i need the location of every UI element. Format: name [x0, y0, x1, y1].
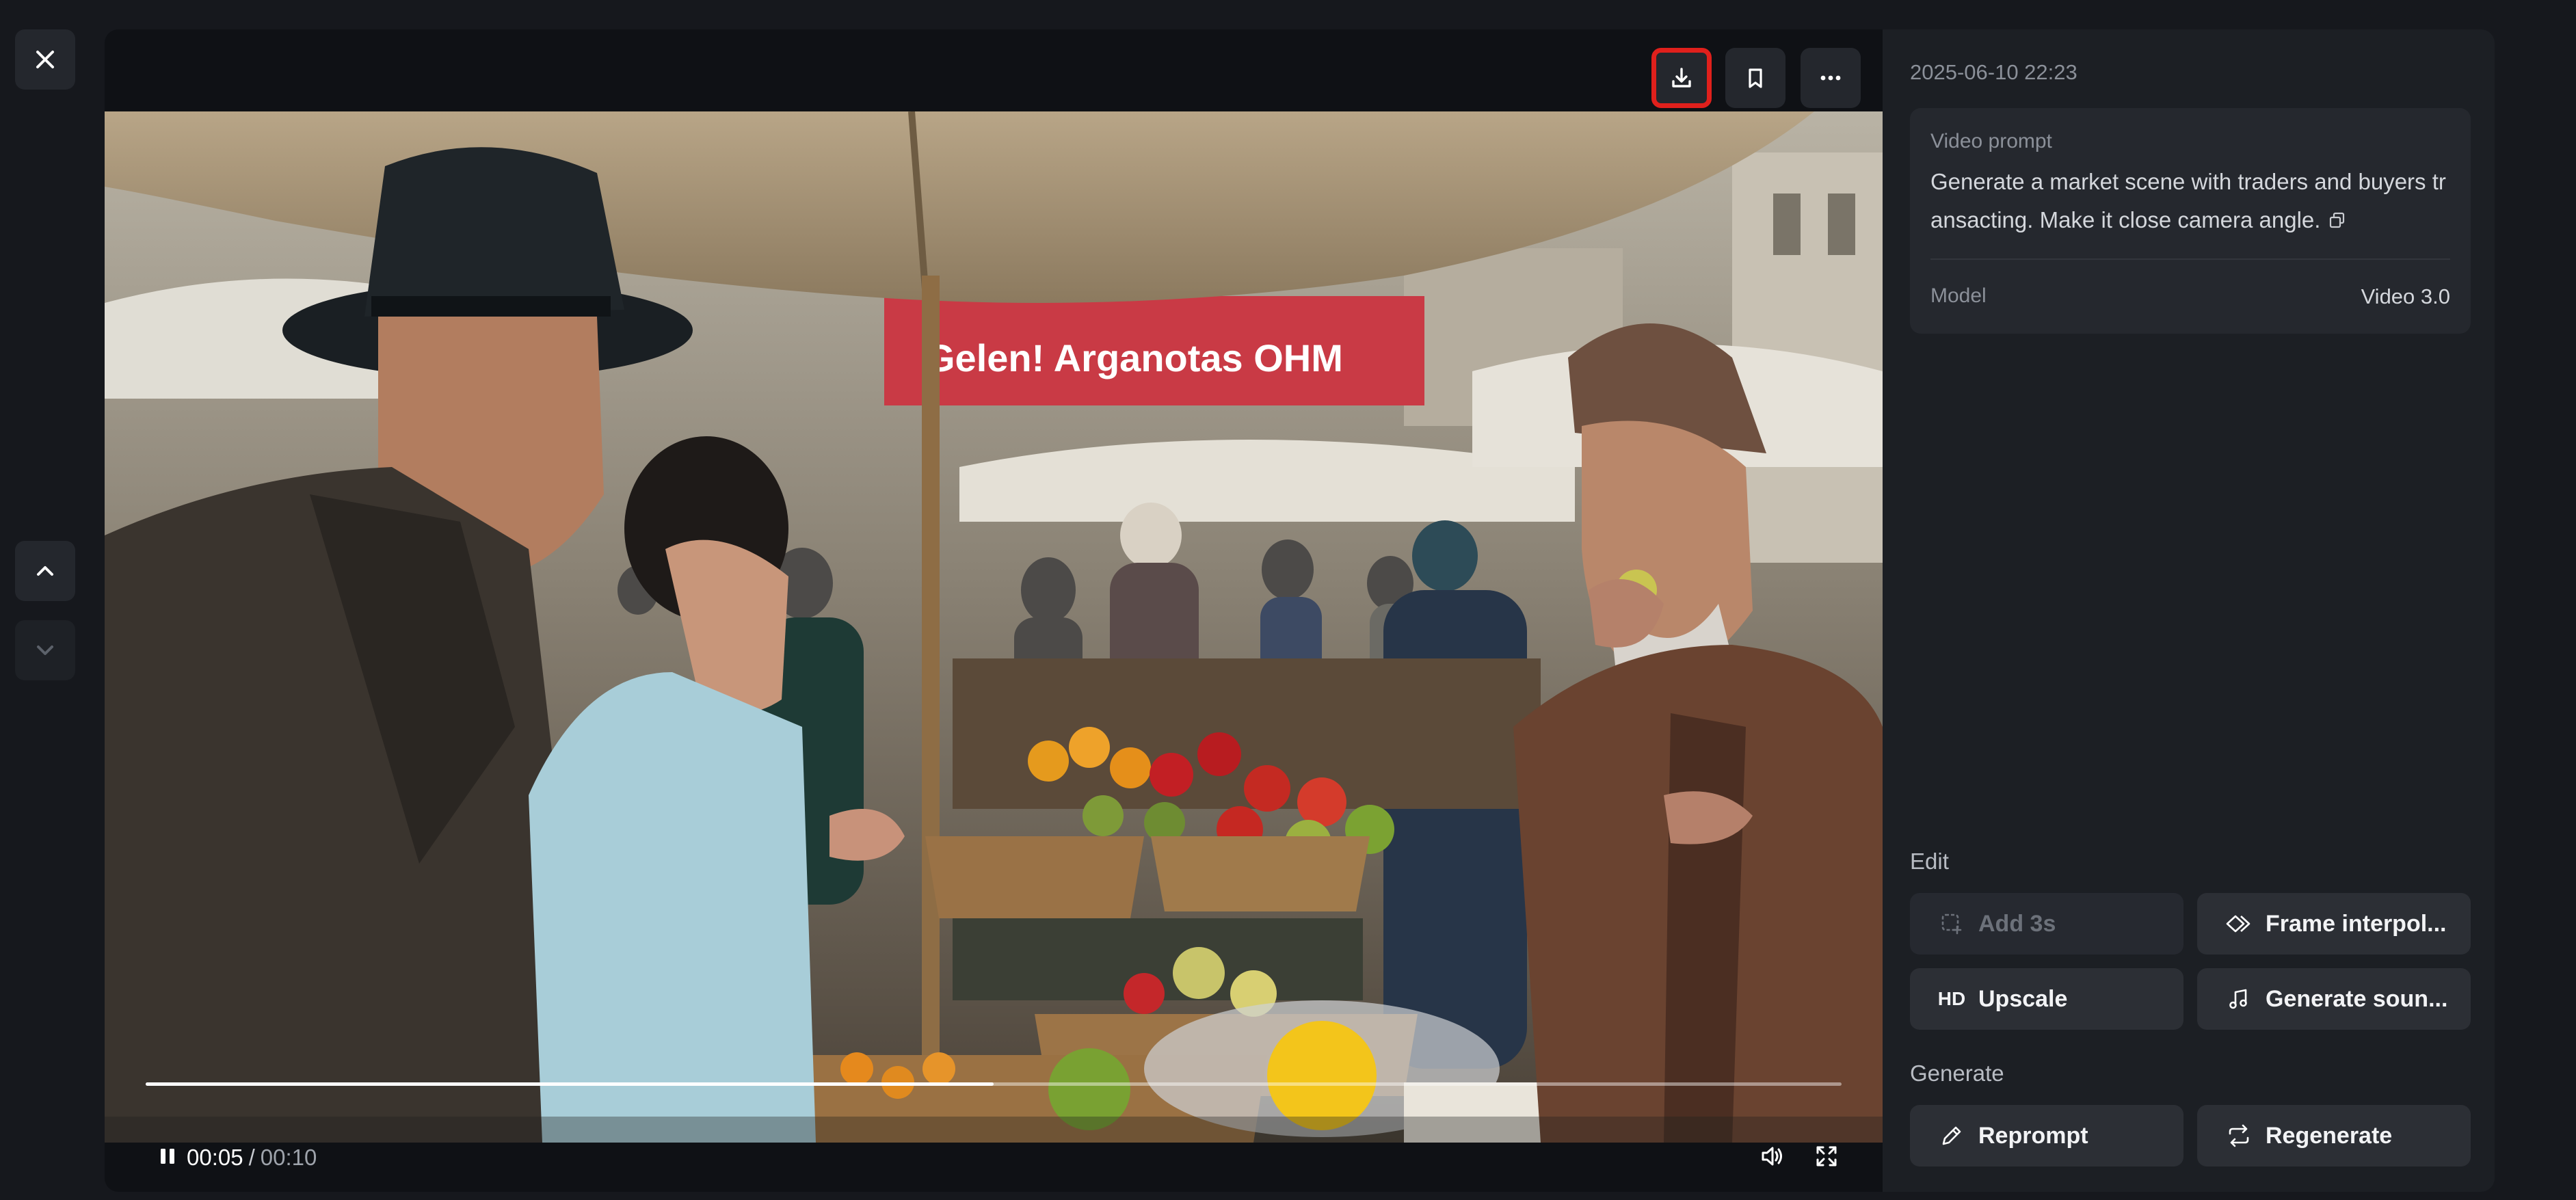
prompt-label: Video prompt: [1930, 130, 2052, 152]
pause-icon: [156, 1145, 179, 1171]
regenerate-label: Regenerate: [2266, 1122, 2393, 1149]
bookmark-button[interactable]: [1725, 48, 1785, 108]
next-item-button[interactable]: [15, 620, 75, 680]
volume-button[interactable]: [1751, 1137, 1792, 1178]
add-3s-button[interactable]: Add 3s: [1910, 893, 2183, 955]
prompt-text-content: Generate a market scene with traders and…: [1930, 169, 2446, 232]
copy-icon[interactable]: [2328, 202, 2346, 241]
model-value: Video 3.0: [2361, 284, 2450, 308]
bookmark-icon: [1743, 66, 1768, 90]
close-button[interactable]: [15, 29, 75, 90]
generate-sound-button[interactable]: Generate soun...: [2197, 968, 2471, 1030]
player-toolbar: [105, 29, 1883, 111]
frame-interpolation-button[interactable]: Frame interpol...: [2197, 893, 2471, 955]
more-horizontal-icon: [1818, 65, 1844, 91]
current-time: 00:05: [187, 1145, 243, 1170]
hd-icon: HD: [1937, 988, 1966, 1009]
time-separator: /: [248, 1145, 255, 1170]
reprompt-label: Reprompt: [1978, 1122, 2088, 1149]
frame-interpolation-icon: [2225, 909, 2253, 938]
video-frame[interactable]: Gelen! Arganotas OHM: [105, 111, 1883, 1143]
more-options-button[interactable]: [1801, 48, 1861, 108]
details-panel: 2025-06-10 22:23 Video prompt Generate a…: [1883, 29, 2495, 1192]
close-icon: [33, 47, 57, 72]
download-icon: [1669, 65, 1695, 91]
prompt-text: Generate a market scene with traders and…: [1930, 163, 2450, 241]
pencil-icon: [1937, 1121, 1966, 1150]
generate-section-title: Generate: [1910, 1061, 2004, 1086]
progress-fill: [146, 1082, 994, 1086]
progress-bar[interactable]: [146, 1082, 1842, 1086]
edit-section-title: Edit: [1910, 849, 1949, 874]
upscale-label: Upscale: [1978, 985, 2068, 1012]
music-note-icon: [2225, 985, 2253, 1013]
chevron-down-icon: [33, 638, 57, 663]
frame-interpolation-label: Frame interpol...: [2266, 910, 2447, 937]
download-button[interactable]: [1651, 48, 1712, 108]
upscale-button[interactable]: HD Upscale: [1910, 968, 2183, 1030]
creation-timestamp: 2025-06-10 22:23: [1910, 60, 2077, 84]
prompt-card: Video prompt Generate a market scene wit…: [1910, 108, 2471, 334]
volume-icon: [1759, 1143, 1785, 1173]
player-controls: 00:05/00:10: [105, 1123, 1883, 1192]
prompt-divider: [1930, 258, 2450, 260]
reprompt-button[interactable]: Reprompt: [1910, 1105, 2183, 1166]
regenerate-button[interactable]: Regenerate: [2197, 1105, 2471, 1166]
generate-sound-label: Generate soun...: [2266, 985, 2448, 1012]
chevron-up-icon: [33, 559, 57, 583]
fullscreen-icon: [1814, 1144, 1839, 1172]
pause-button[interactable]: [147, 1137, 188, 1178]
add-3s-label: Add 3s: [1978, 910, 2056, 937]
repeat-icon: [2225, 1121, 2253, 1150]
previous-item-button[interactable]: [15, 541, 75, 601]
add-clip-icon: [1937, 909, 1966, 938]
total-duration: 00:10: [260, 1145, 317, 1170]
video-scene-image: Gelen! Arganotas OHM: [105, 111, 1883, 1143]
market-sign-text: Gelen! Arganotas OHM: [925, 336, 1343, 379]
time-display: 00:05/00:10: [187, 1143, 317, 1173]
fullscreen-button[interactable]: [1806, 1137, 1847, 1178]
video-player: Gelen! Arganotas OHM 00:05 / 00:10: [105, 29, 1883, 1192]
model-label: Model: [1930, 284, 1987, 307]
